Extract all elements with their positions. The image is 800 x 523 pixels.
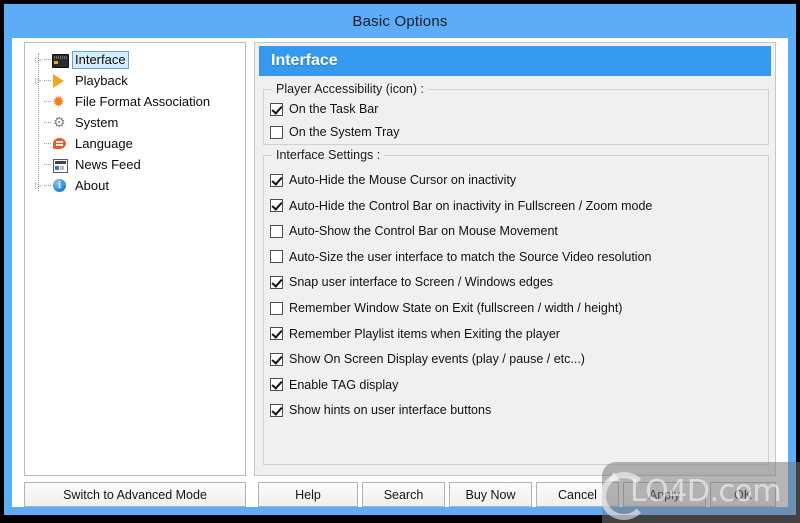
checkbox-checked-icon[interactable] bbox=[270, 378, 283, 392]
group-interface-settings: Interface Settings : Auto-Hide the Mouse… bbox=[263, 148, 769, 465]
section-header: Interface bbox=[259, 46, 771, 76]
checkbox-label: Show hints on user interface buttons bbox=[289, 403, 492, 418]
tree-connector bbox=[44, 184, 51, 187]
tree-connector bbox=[44, 163, 51, 166]
checkbox-unchecked-icon[interactable] bbox=[270, 301, 283, 315]
group-player-accessibility-title: Player Accessibility (icon) : bbox=[272, 82, 428, 96]
sidebar-item-label: File Format Association bbox=[75, 93, 211, 109]
checkbox-row[interactable]: On the Task Bar bbox=[270, 101, 378, 117]
checkbox-row[interactable]: Auto-Hide the Control Bar on inactivity … bbox=[270, 198, 652, 214]
tree-connector bbox=[44, 79, 51, 82]
checkbox-label: Remember Window State on Exit (fullscree… bbox=[289, 301, 623, 315]
monitor-icon bbox=[52, 52, 69, 68]
checkbox-label: Auto-Hide the Mouse Cursor on inactivity bbox=[289, 173, 517, 187]
checkbox-label: On the System Tray bbox=[289, 125, 400, 139]
checkbox-checked-icon[interactable] bbox=[270, 352, 283, 366]
checkbox-checked-icon[interactable] bbox=[270, 327, 283, 341]
checkbox-row[interactable]: Remember Window State on Exit (fullscree… bbox=[270, 300, 622, 316]
sidebar-item-label: System bbox=[75, 114, 119, 130]
checkbox-unchecked-icon[interactable] bbox=[270, 125, 283, 139]
apply-button[interactable]: Apply bbox=[623, 482, 706, 507]
checkbox-label: Snap user interface to Screen / Windows … bbox=[289, 275, 554, 290]
checkbox-checked-icon[interactable] bbox=[270, 275, 283, 289]
checkbox-row[interactable]: Auto-Hide the Mouse Cursor on inactivity bbox=[270, 172, 516, 188]
chevron-right-icon[interactable]: ▷ bbox=[33, 181, 44, 190]
info-icon: i bbox=[52, 178, 68, 194]
sidebar-item-label: Interface bbox=[72, 50, 129, 69]
section-title: Interface bbox=[271, 52, 338, 69]
checkbox-unchecked-icon[interactable] bbox=[270, 224, 283, 238]
checkbox-checked-icon[interactable] bbox=[270, 199, 283, 213]
tree-connector bbox=[44, 142, 51, 145]
checkbox-label: Auto-Hide the Control Bar on inactivity … bbox=[289, 198, 653, 213]
ok-label: OK bbox=[733, 487, 753, 502]
sidebar-item-label: About bbox=[75, 177, 109, 193]
buy-now-label: Buy Now bbox=[465, 487, 516, 502]
sidebar-item-label: News Feed bbox=[75, 156, 141, 172]
checkbox-row[interactable]: Show On Screen Display events (play / pa… bbox=[270, 351, 585, 367]
checkbox-row[interactable]: Auto-Show the Control Bar on Mouse Movem… bbox=[270, 223, 558, 239]
checkbox-row[interactable]: Enable TAG display bbox=[270, 377, 398, 393]
group-interface-settings-title: Interface Settings : bbox=[272, 148, 385, 162]
window-title: Basic Options bbox=[352, 12, 448, 30]
sidebar-item-language[interactable]: Language bbox=[25, 133, 245, 154]
sidebar-item-about[interactable]: ▷ i About bbox=[25, 175, 245, 196]
checkbox-label: Enable TAG display bbox=[289, 377, 399, 392]
settings-tree[interactable]: ▷ Interface ▷ Playback ✹ File Format Associat… bbox=[24, 42, 246, 476]
checkbox-row[interactable]: Snap user interface to Screen / Windows … bbox=[270, 274, 553, 290]
settings-content-panel: Interface Player Accessibility (icon) : … bbox=[254, 42, 776, 476]
news-icon bbox=[52, 157, 68, 173]
checkbox-unchecked-icon[interactable] bbox=[270, 250, 283, 264]
window-client-area: ▷ Interface ▷ Playback ✹ File Format Associat… bbox=[12, 38, 788, 507]
checkbox-label: On the Task Bar bbox=[289, 102, 379, 116]
sidebar-item-news-feed[interactable]: News Feed bbox=[25, 154, 245, 175]
checkbox-row[interactable]: On the System Tray bbox=[270, 124, 399, 140]
play-icon bbox=[52, 73, 68, 89]
checkbox-checked-icon[interactable] bbox=[270, 173, 283, 187]
buy-now-button[interactable]: Buy Now bbox=[449, 482, 532, 507]
sidebar-item-system[interactable]: ⚙ System bbox=[25, 112, 245, 133]
gear-icon: ⚙ bbox=[53, 113, 66, 130]
checkbox-row[interactable]: Show hints on user interface buttons bbox=[270, 402, 491, 418]
tree-connector bbox=[44, 58, 51, 61]
speech-bubble-icon bbox=[52, 136, 68, 152]
association-icon: ✹ bbox=[53, 93, 64, 109]
chevron-right-icon[interactable]: ▷ bbox=[33, 55, 44, 64]
help-button[interactable]: Help bbox=[258, 482, 358, 507]
help-label: Help bbox=[295, 487, 321, 502]
checkbox-label: Show On Screen Display events (play / pa… bbox=[289, 352, 585, 367]
sidebar-item-playback[interactable]: ▷ Playback bbox=[25, 70, 245, 91]
title-bar: Basic Options bbox=[4, 4, 796, 38]
switch-advanced-mode-label: Switch to Advanced Mode bbox=[63, 487, 207, 502]
checkbox-checked-icon[interactable] bbox=[270, 403, 283, 417]
tree-connector bbox=[44, 121, 51, 124]
search-label: Search bbox=[383, 487, 424, 502]
apply-label: Apply bbox=[648, 487, 681, 502]
tree-connector bbox=[44, 100, 51, 103]
group-player-accessibility: Player Accessibility (icon) : On the Tas… bbox=[263, 82, 769, 145]
sidebar-item-label: Language bbox=[75, 135, 133, 151]
cancel-label: Cancel bbox=[558, 487, 597, 502]
cancel-button[interactable]: Cancel bbox=[536, 482, 619, 507]
checkbox-row[interactable]: Auto-Size the user interface to match th… bbox=[270, 249, 651, 265]
search-button[interactable]: Search bbox=[362, 482, 445, 507]
checkbox-checked-icon[interactable] bbox=[270, 102, 283, 116]
checkbox-row[interactable]: Remember Playlist items when Exiting the… bbox=[270, 326, 560, 342]
sidebar-item-interface[interactable]: ▷ Interface bbox=[25, 49, 245, 70]
chevron-right-icon[interactable]: ▷ bbox=[33, 76, 44, 85]
checkbox-label: Remember Playlist items when Exiting the… bbox=[289, 326, 560, 341]
sidebar-item-file-format-association[interactable]: ✹ File Format Association bbox=[25, 91, 245, 112]
sidebar-item-label: Playback bbox=[75, 72, 128, 88]
checkbox-label: Auto-Size the user interface to match th… bbox=[289, 249, 652, 264]
switch-advanced-mode-button[interactable]: Switch to Advanced Mode bbox=[24, 482, 246, 507]
ok-button[interactable]: OK bbox=[710, 482, 776, 507]
checkbox-label: Auto-Show the Control Bar on Mouse Movem… bbox=[289, 224, 558, 239]
options-window: Basic Options ▷ Interface ▷ Playback ✹ File F… bbox=[4, 4, 800, 523]
